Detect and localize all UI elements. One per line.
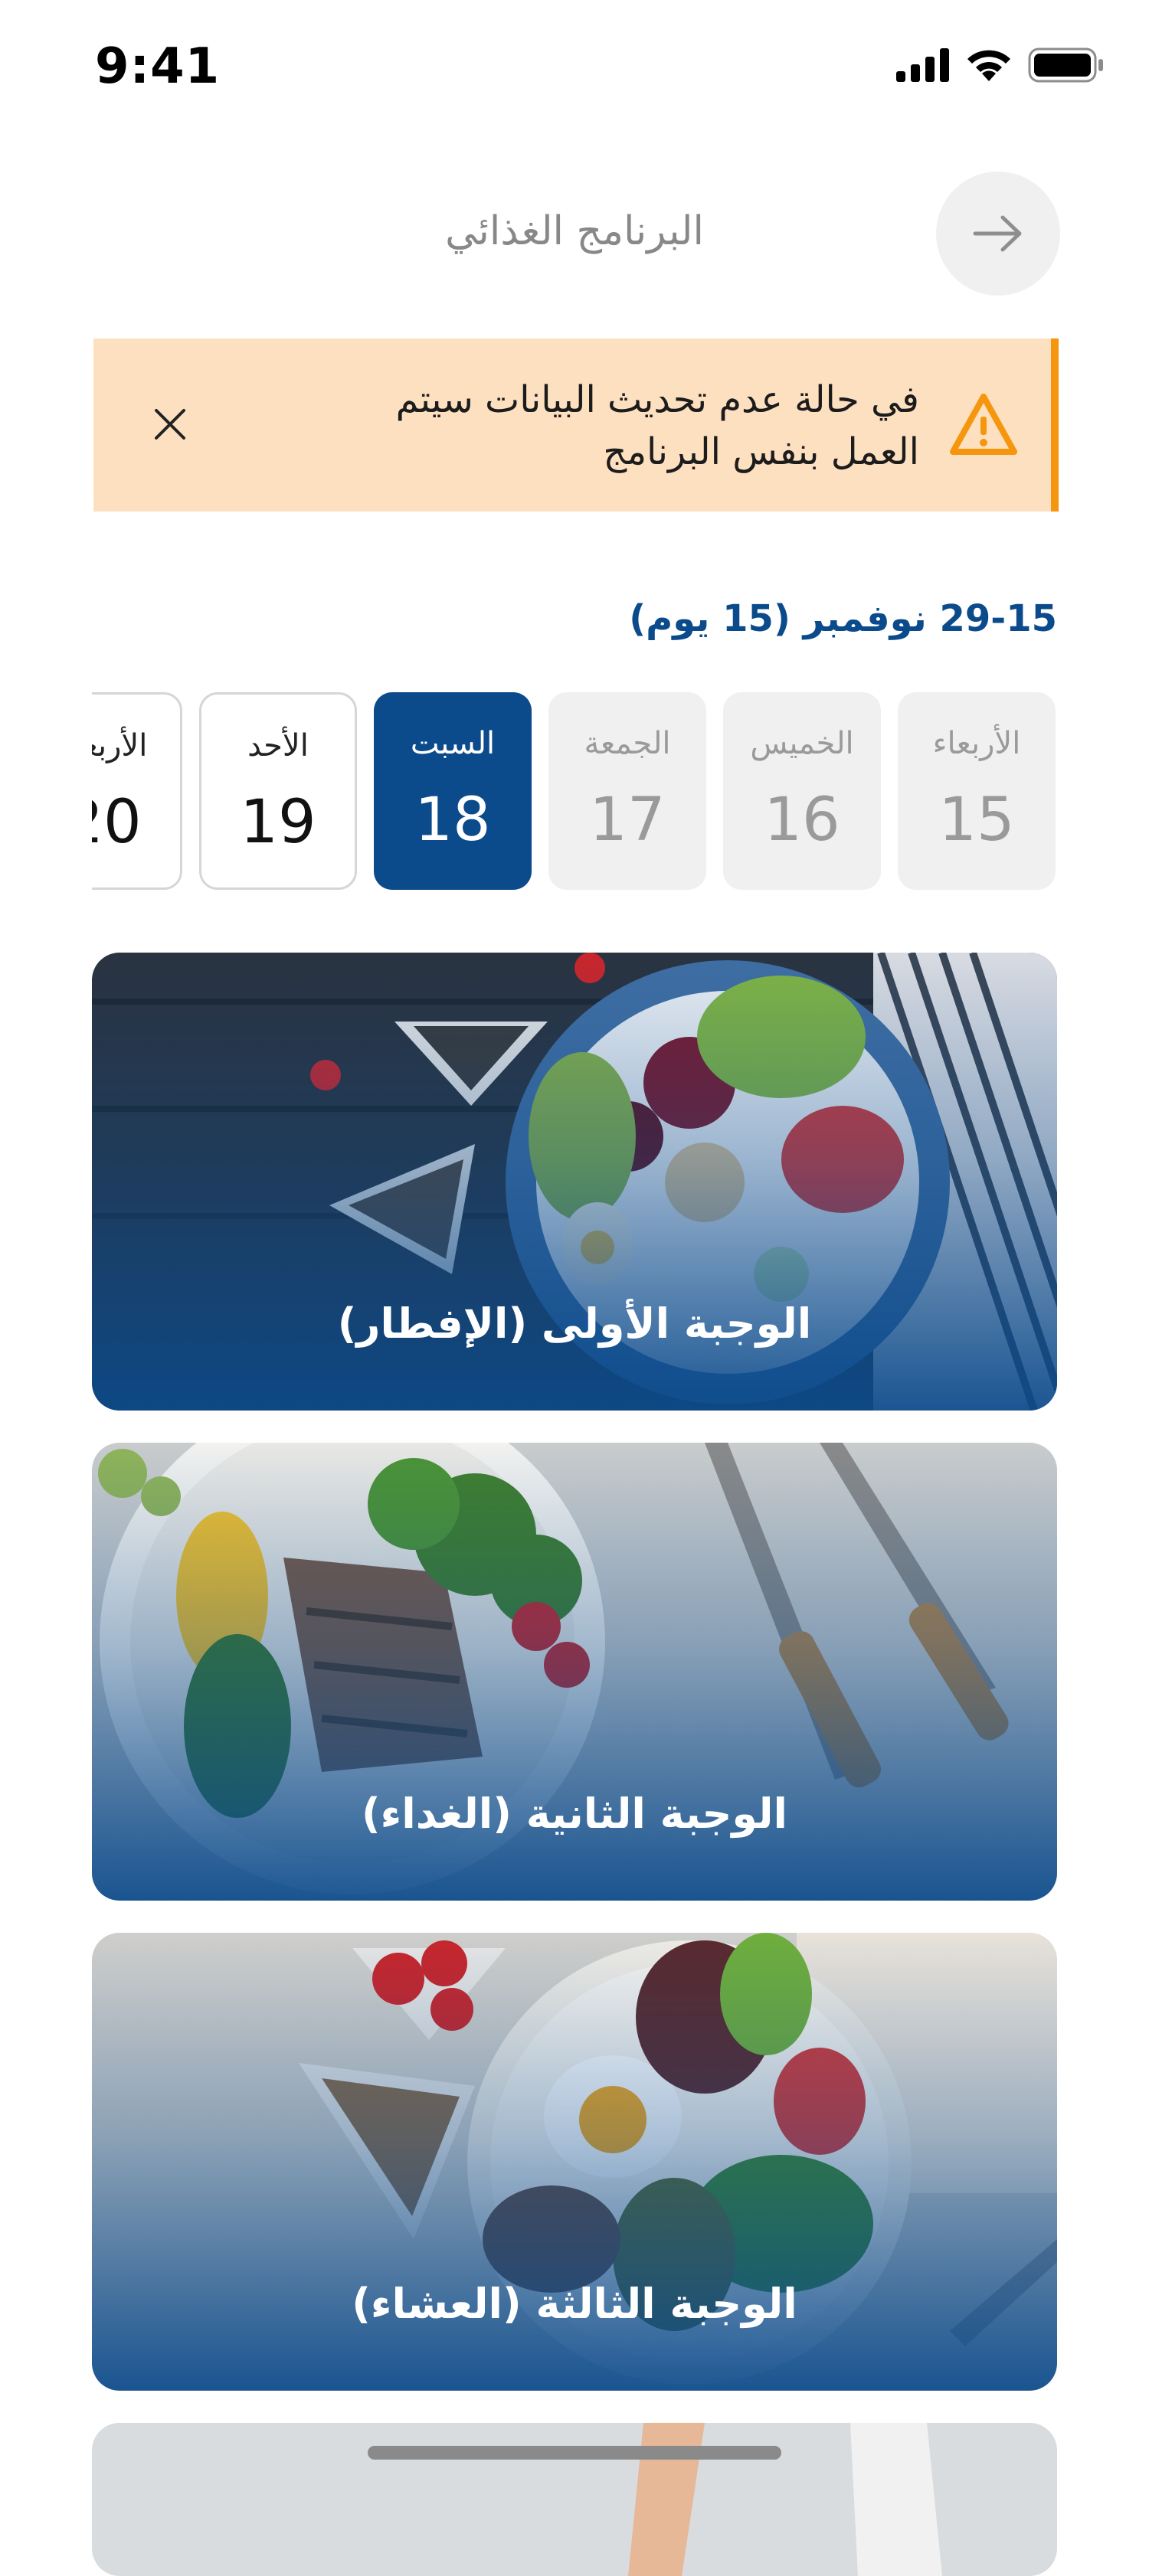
cellular-signal-icon — [896, 48, 949, 82]
day-item[interactable]: الأربعاء 15 — [898, 692, 1056, 890]
day-name: السبت — [410, 726, 496, 761]
day-name: الأربعاء — [92, 728, 148, 763]
day-selector: الأربعاء 15 الخميس 16 الجمعة 17 السبت 18… — [92, 691, 1057, 891]
arrow-right-icon — [973, 215, 1022, 252]
day-name: الخميس — [750, 726, 854, 761]
day-number: 20 — [92, 788, 142, 857]
header: البرنامج الغذائي — [0, 168, 1149, 299]
day-item-selected[interactable]: السبت 18 — [374, 692, 532, 890]
meal-title: الوجبة الثانية (الغداء) — [361, 1790, 788, 1838]
meal-card-breakfast[interactable]: الوجبة الأولى (الإفطار) — [92, 953, 1057, 1411]
alert-message: في حالة عدم تحديث البيانات سيتم العمل بن… — [245, 374, 919, 478]
day-item[interactable]: الخميس 16 — [723, 692, 881, 890]
day-number: 19 — [240, 788, 316, 857]
day-name: الجمعة — [584, 726, 671, 761]
alert-line-2: العمل بنفس البرنامج — [603, 430, 919, 473]
status-icons — [896, 47, 1105, 83]
warning-icon — [950, 394, 1017, 455]
day-number: 16 — [764, 786, 840, 855]
day-number: 15 — [938, 786, 1015, 855]
day-name: الأحد — [247, 728, 309, 763]
day-number: 17 — [589, 786, 666, 855]
alert-line-1: في حالة عدم تحديث البيانات سيتم — [395, 378, 919, 421]
date-range: 29-15 نوفمبر (15 يوم) — [629, 597, 1057, 640]
meal-card-lunch[interactable]: الوجبة الثانية (الغداء) — [92, 1443, 1057, 1901]
alert-banner: في حالة عدم تحديث البيانات سيتم العمل بن… — [93, 338, 1059, 512]
back-button[interactable] — [936, 172, 1060, 296]
wifi-icon — [967, 50, 1010, 81]
status-bar: 9:41 — [0, 0, 1149, 138]
day-name: الأربعاء — [932, 726, 1021, 761]
close-icon — [155, 409, 185, 440]
home-indicator — [368, 2446, 781, 2460]
status-time: 9:41 — [95, 38, 221, 95]
battery-icon — [1028, 47, 1103, 83]
day-item[interactable]: الجمعة 17 — [548, 692, 706, 890]
meal-title: الوجبة الثالثة (العشاء) — [352, 2280, 797, 2328]
day-item[interactable]: الأحد 19 — [199, 692, 357, 890]
meal-card-dinner[interactable]: الوجبة الثالثة (العشاء) — [92, 1933, 1057, 2391]
day-item[interactable]: الأربعاء 20 — [92, 692, 182, 890]
day-number: 18 — [414, 786, 491, 855]
alert-close-button[interactable] — [146, 400, 195, 449]
meal-title: الوجبة الأولى (الإفطار) — [337, 1299, 812, 1348]
